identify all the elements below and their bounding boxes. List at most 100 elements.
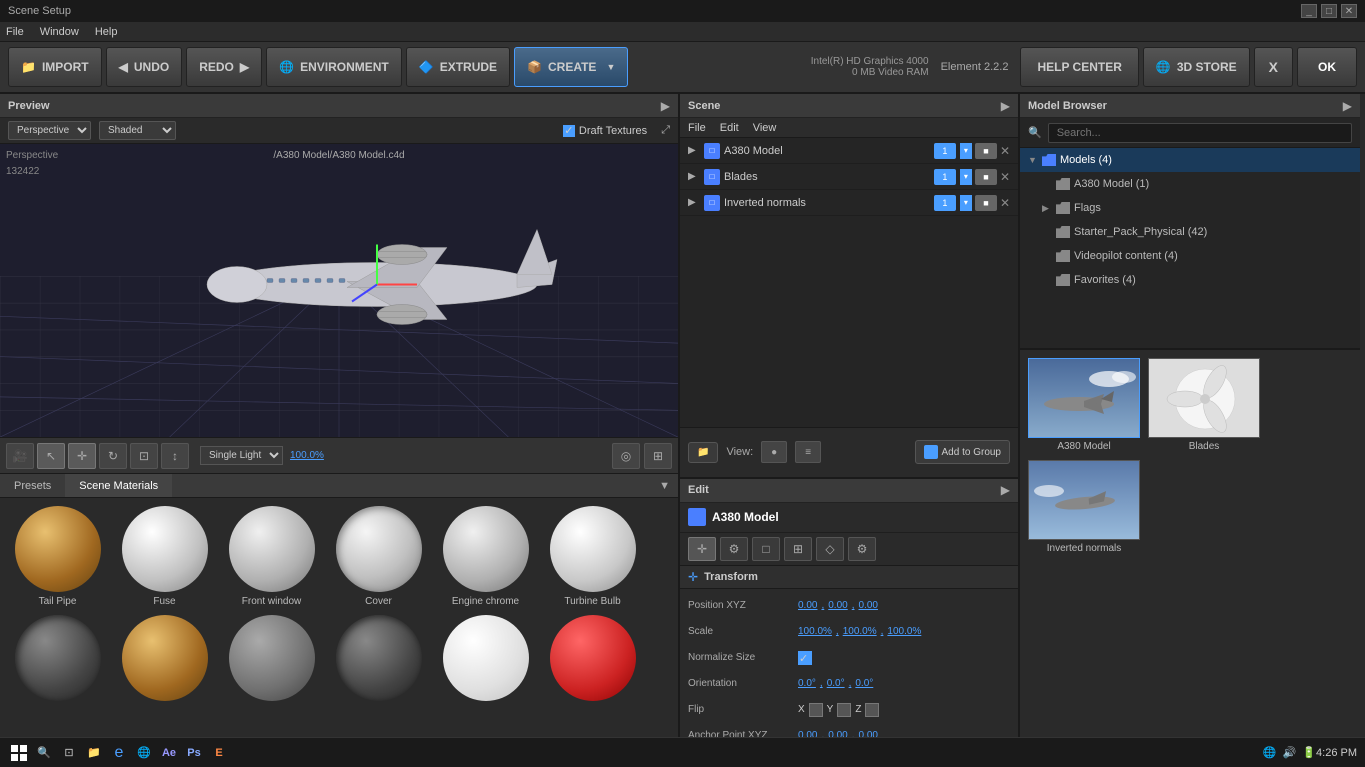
list-item[interactable]: Tail Pipe xyxy=(4,502,111,611)
flip-x-checkbox[interactable] xyxy=(809,703,823,717)
taskbar-chrome[interactable]: 🌐 xyxy=(133,742,155,764)
edit-tab-move[interactable]: ✛ xyxy=(688,537,716,561)
list-item[interactable] xyxy=(432,611,539,709)
add-to-group-button[interactable]: Add to Group xyxy=(915,440,1010,464)
store-button[interactable]: 🌐 3D STORE xyxy=(1143,47,1250,87)
extrude-button[interactable]: 🔷 EXTRUDE xyxy=(406,47,510,87)
scene-collapse[interactable]: ▶ xyxy=(1001,99,1010,113)
shading-select[interactable]: Shaded Wireframe xyxy=(99,121,176,140)
redo-button[interactable]: REDO ▶ xyxy=(186,47,262,87)
bottom-panel-collapse[interactable]: ▼ xyxy=(651,480,678,492)
visibility-render-button[interactable]: ■ xyxy=(975,195,997,211)
viewport-grid-button[interactable]: ⊞ xyxy=(644,443,672,469)
scale-tool-button[interactable]: ⊡ xyxy=(130,443,158,469)
list-item[interactable]: Engine chrome xyxy=(432,502,539,611)
position-z[interactable]: 0.00 xyxy=(859,600,878,611)
scene-item-close[interactable]: ✕ xyxy=(1000,144,1010,158)
browser-item-flags[interactable]: ▶ Flags xyxy=(1020,196,1360,220)
scene-menu-view[interactable]: View xyxy=(753,122,777,134)
close-dialog-button[interactable]: X xyxy=(1254,47,1293,87)
edit-collapse[interactable]: ▶ xyxy=(1001,483,1010,497)
move-tool-button[interactable]: ✛ xyxy=(68,443,96,469)
menu-file[interactable]: File xyxy=(6,26,24,38)
scale-x[interactable]: 100.0% xyxy=(798,626,832,637)
transform-tool-button[interactable]: ↕ xyxy=(161,443,189,469)
visibility-on-button[interactable]: 1 xyxy=(934,143,956,159)
visibility-render-button[interactable]: ■ xyxy=(975,143,997,159)
add-object-button[interactable]: 📁 xyxy=(688,442,718,463)
edit-tab-settings[interactable]: ⚙ xyxy=(720,537,748,561)
viewport-3d[interactable]: Perspective 132422 /A380 Model/A380 Mode… xyxy=(0,144,678,437)
edit-tab-more[interactable]: ⚙ xyxy=(848,537,876,561)
orientation-y[interactable]: 0.0° xyxy=(827,678,845,689)
scene-tree-item-inverted[interactable]: ▶ □ Inverted normals 1 ▾ ■ ✕ xyxy=(680,190,1018,216)
view-sphere-button[interactable]: ● xyxy=(761,441,787,463)
thumbnail-item-inverted[interactable]: Inverted normals xyxy=(1024,456,1144,558)
visibility-dropdown[interactable]: ▾ xyxy=(960,143,972,159)
minimize-button[interactable]: _ xyxy=(1301,4,1317,18)
browser-item-starter-pack[interactable]: Starter_Pack_Physical (42) xyxy=(1020,220,1360,244)
scene-materials-tab[interactable]: Scene Materials xyxy=(65,474,172,497)
draft-textures-toggle[interactable]: ✓ Draft Textures xyxy=(563,125,647,137)
normalize-checkbox[interactable]: ✓ xyxy=(798,651,812,665)
browser-item-a380[interactable]: A380 Model (1) xyxy=(1020,172,1360,196)
taskbar-start-button[interactable] xyxy=(8,742,30,764)
ok-button[interactable]: OK xyxy=(1297,47,1357,87)
viewport-expand-button[interactable]: ⤢ xyxy=(661,124,670,137)
thumbnail-item-blades[interactable]: Blades xyxy=(1144,354,1264,456)
orientation-x[interactable]: 0.0° xyxy=(798,678,816,689)
search-input[interactable] xyxy=(1048,123,1352,143)
select-tool-button[interactable]: ↖ xyxy=(37,443,65,469)
scene-menu-edit[interactable]: Edit xyxy=(720,122,739,134)
help-center-button[interactable]: HELP CENTER xyxy=(1020,47,1138,87)
visibility-dropdown[interactable]: ▾ xyxy=(960,169,972,185)
flip-y-checkbox[interactable] xyxy=(837,703,851,717)
visibility-on-button[interactable]: 1 xyxy=(934,169,956,185)
list-item[interactable]: Cover xyxy=(325,502,432,611)
taskbar-edge[interactable]: e xyxy=(108,742,130,764)
window-close-button[interactable]: ✕ xyxy=(1341,4,1357,18)
taskbar-folder[interactable]: 📁 xyxy=(83,742,105,764)
browser-item-favorites[interactable]: Favorites (4) xyxy=(1020,268,1360,292)
position-y[interactable]: 0.00 xyxy=(828,600,847,611)
menu-window[interactable]: Window xyxy=(40,26,79,38)
camera-tool-button[interactable]: 🎥 xyxy=(6,443,34,469)
zoom-level[interactable]: 100.0% xyxy=(290,450,324,461)
import-button[interactable]: 📁 IMPORT xyxy=(8,47,102,87)
draft-checkbox[interactable]: ✓ xyxy=(563,125,575,137)
visibility-render-button[interactable]: ■ xyxy=(975,169,997,185)
preview-collapse-button[interactable]: ▶ xyxy=(661,99,670,113)
perspective-select[interactable]: Perspective Top Front xyxy=(8,121,91,140)
browser-item-models[interactable]: ▼ Models (4) xyxy=(1020,148,1360,172)
visibility-on-button[interactable]: 1 xyxy=(934,195,956,211)
orientation-z[interactable]: 0.0° xyxy=(855,678,873,689)
edit-tab-material[interactable]: ◇ xyxy=(816,537,844,561)
taskbar-ae[interactable]: Ae xyxy=(158,742,180,764)
list-item[interactable]: Front window xyxy=(218,502,325,611)
maximize-button[interactable]: □ xyxy=(1321,4,1337,18)
scene-item-close[interactable]: ✕ xyxy=(1000,170,1010,184)
scene-item-close[interactable]: ✕ xyxy=(1000,196,1010,210)
list-item[interactable]: Fuse xyxy=(111,502,218,611)
list-item[interactable] xyxy=(4,611,111,709)
rotate-tool-button[interactable]: ↻ xyxy=(99,443,127,469)
scene-menu-file[interactable]: File xyxy=(688,122,706,134)
taskbar-ps[interactable]: Ps xyxy=(183,742,205,764)
menu-help[interactable]: Help xyxy=(95,26,118,38)
scene-tree-item-a380[interactable]: ▶ □ A380 Model 1 ▾ ■ ✕ xyxy=(680,138,1018,164)
visibility-dropdown[interactable]: ▾ xyxy=(960,195,972,211)
undo-button[interactable]: ◀ UNDO xyxy=(106,47,183,87)
flip-z-checkbox[interactable] xyxy=(865,703,879,717)
list-item[interactable] xyxy=(111,611,218,709)
list-item[interactable] xyxy=(539,611,646,709)
scale-z[interactable]: 100.0% xyxy=(887,626,921,637)
scene-tree-item-blades[interactable]: ▶ □ Blades 1 ▾ ■ ✕ xyxy=(680,164,1018,190)
light-mode-select[interactable]: Single Light xyxy=(200,446,283,465)
edit-tab-geometry[interactable]: □ xyxy=(752,537,780,561)
environment-button[interactable]: 🌐 ENVIRONMENT xyxy=(266,47,402,87)
list-item[interactable]: Turbine Bulb xyxy=(539,502,646,611)
browser-item-videopilot[interactable]: Videopilot content (4) xyxy=(1020,244,1360,268)
scale-y[interactable]: 100.0% xyxy=(843,626,877,637)
browser-collapse[interactable]: ▶ xyxy=(1343,99,1352,113)
viewport-circle-button[interactable]: ◎ xyxy=(612,443,640,469)
